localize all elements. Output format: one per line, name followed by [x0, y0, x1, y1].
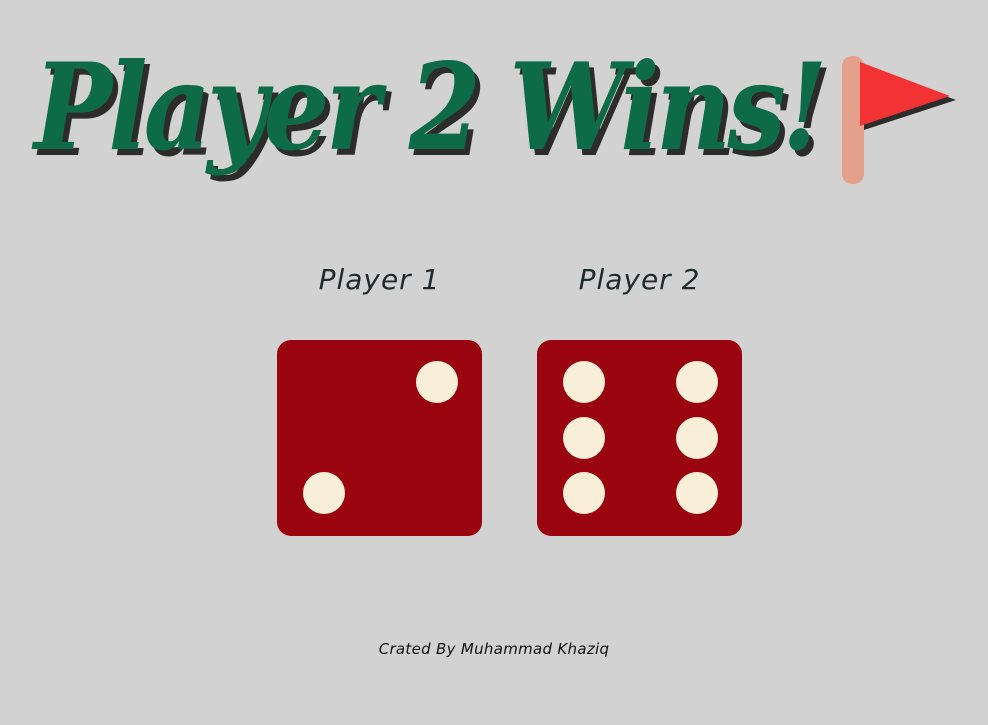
player-2-die[interactable] [537, 340, 742, 536]
die-pip [563, 361, 605, 403]
red-flag-icon [842, 56, 956, 184]
player-1-label: Player 1 [318, 263, 441, 296]
result-title: Player 2 Wins! [34, 36, 828, 178]
player-1-panel: Player 1 [277, 262, 482, 536]
die-pip [676, 417, 718, 459]
die-pip [676, 361, 718, 403]
player-2-label: Player 2 [578, 263, 701, 296]
die-pip [416, 361, 458, 403]
die-pip [303, 472, 345, 514]
die-pip [563, 417, 605, 459]
die-pip [563, 472, 605, 514]
footer-credit: Crated By Muhammad Khaziq [378, 640, 610, 658]
player-1-die[interactable] [277, 340, 482, 536]
player-2-panel: Player 2 [537, 262, 742, 536]
result-heading: Player 2 Wins! [0, 40, 988, 210]
die-pip [676, 472, 718, 514]
